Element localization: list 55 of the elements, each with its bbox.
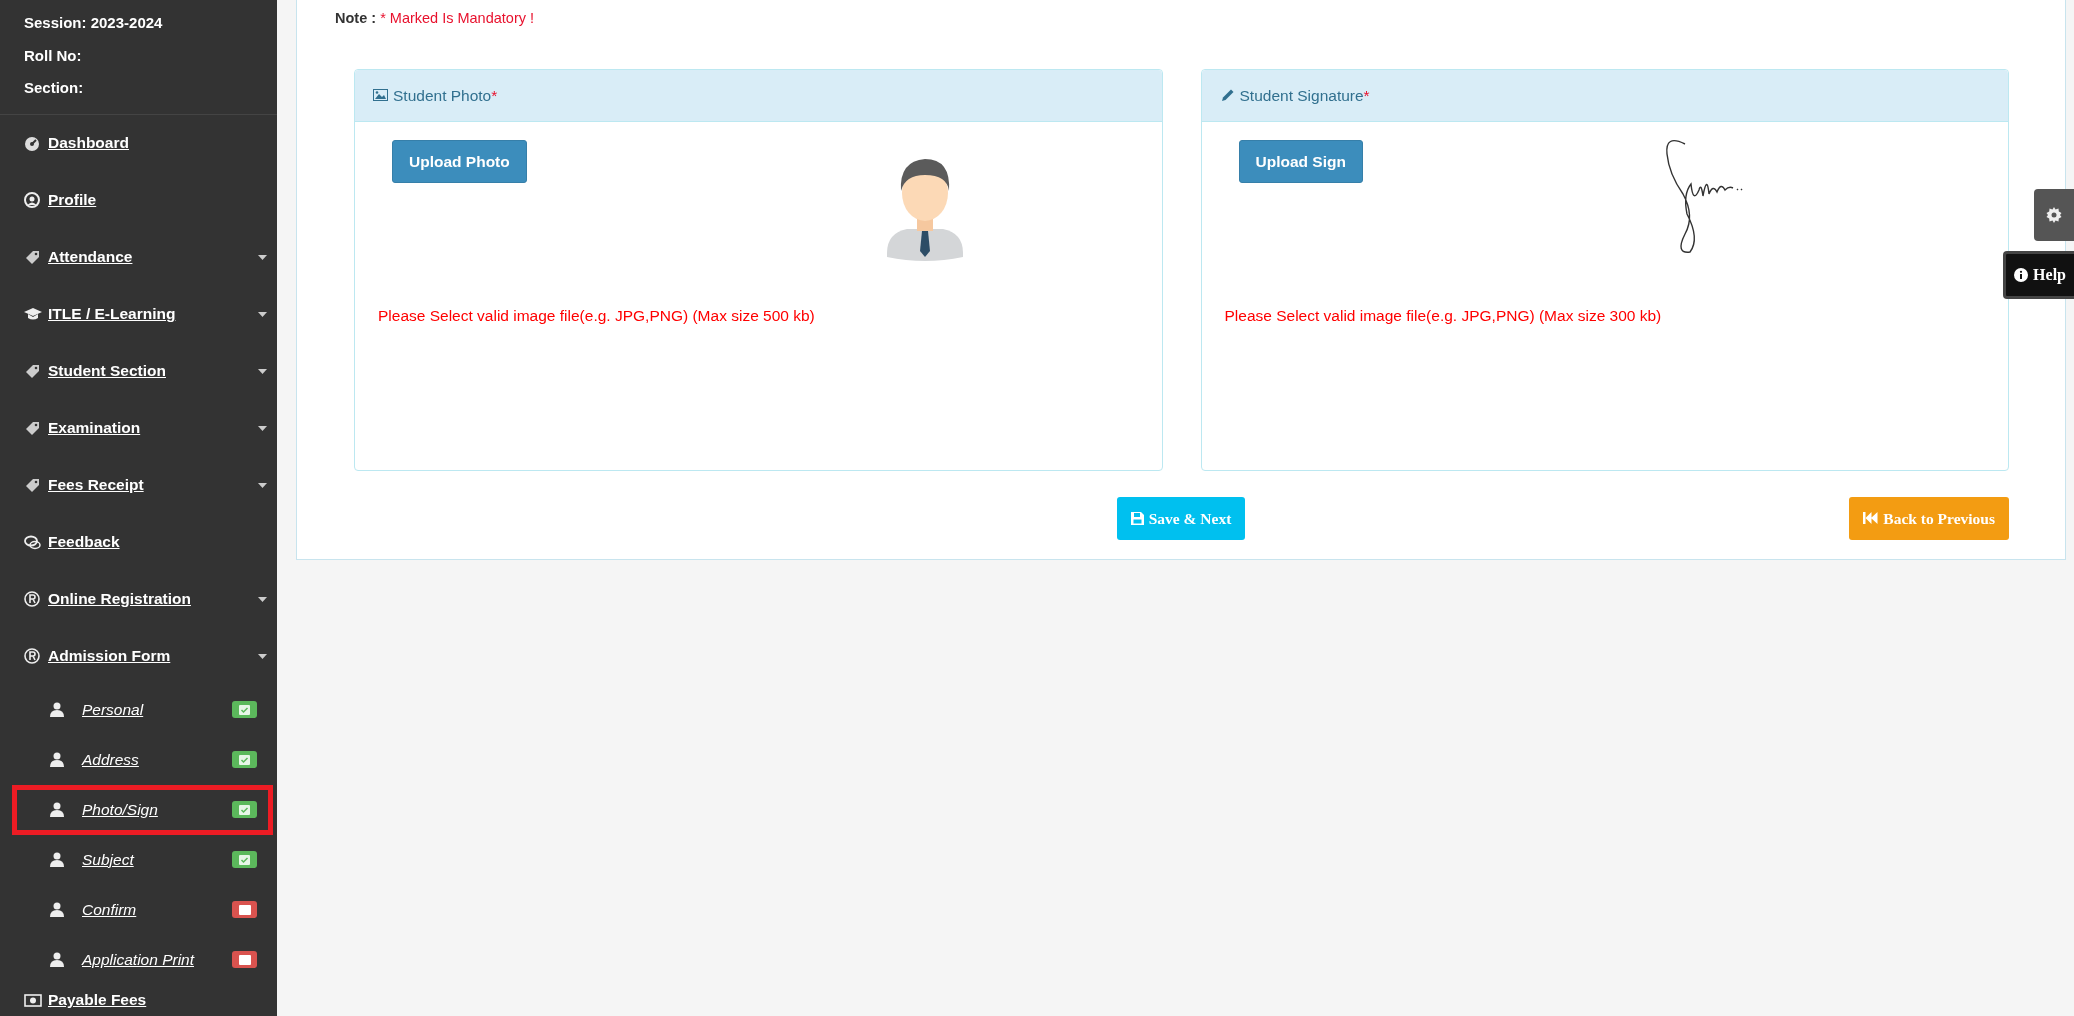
user-icon <box>50 902 64 917</box>
sidebar-item[interactable]: ITLE / E-Learning <box>0 285 277 343</box>
required-mark: * <box>491 85 498 106</box>
note-text: * Marked Is Mandatory ! <box>380 10 535 26</box>
upload-button[interactable]: Upload Sign <box>1238 139 1363 183</box>
submenu-item[interactable]: Address <box>12 734 273 785</box>
hint-text: Please Select valid image file(e.g. JPG,PNG) (Max size 500 kb) <box>378 305 815 326</box>
submenu-item[interactable]: Subject <box>12 834 273 885</box>
user-icon <box>50 852 64 867</box>
submenu-item[interactable]: Personal <box>12 684 273 735</box>
sidebar-item[interactable]: Feedback <box>0 513 277 571</box>
floppy-icon <box>1130 511 1144 525</box>
sidebar-item[interactable]: Admission Form <box>0 627 277 685</box>
sidebar-item[interactable]: Payable Fees <box>0 984 277 1015</box>
tag-icon <box>24 249 42 265</box>
note-label: Note : <box>335 10 377 26</box>
tag-icon <box>24 477 42 493</box>
user-icon <box>50 702 64 717</box>
hint-text: Please Select valid image file(e.g. JPG,PNG) (Max size 300 kb) <box>1224 305 1662 326</box>
pencil-icon <box>1219 88 1235 103</box>
tag-icon <box>24 363 42 379</box>
gauge-icon <box>24 135 42 151</box>
sidebar-item[interactable]: Online Registration <box>0 570 277 628</box>
upload-button[interactable]: Upload Photo <box>392 139 527 183</box>
settings-icon <box>2046 207 2062 223</box>
panel-title: Student Signature <box>1239 85 1364 106</box>
user-icon <box>50 752 64 767</box>
graduation-cap-icon <box>24 306 42 322</box>
submenu-item[interactable]: Application Print <box>12 934 273 985</box>
panel-title: Student Photo <box>393 85 492 106</box>
required-mark: * <box>1363 85 1370 106</box>
sidebar-item[interactable]: Profile <box>0 171 277 229</box>
sidebar-item[interactable]: Fees Receipt <box>0 456 277 514</box>
user-icon <box>50 952 64 967</box>
registered-icon <box>24 648 42 664</box>
rewind-icon <box>1863 512 1879 525</box>
sidebar-item[interactable]: Student Section <box>0 342 277 400</box>
sidebar-item[interactable]: Examination <box>0 399 277 457</box>
info-icon <box>2014 268 2029 282</box>
chat-bubbles-icon <box>24 534 42 550</box>
tag-icon <box>24 420 42 436</box>
user-icon <box>50 802 64 817</box>
info-text: Roll No: <box>24 45 83 66</box>
info-text: Session: 2023-2024 <box>24 13 164 33</box>
sidebar-item[interactable]: Dashboard <box>0 114 277 172</box>
money-icon <box>24 991 42 1008</box>
help-button[interactable]: Help <box>2003 251 2074 299</box>
info-text: Section: <box>24 78 85 98</box>
image-icon <box>373 88 388 103</box>
registered-icon <box>24 591 42 607</box>
user-circle-icon <box>24 192 42 208</box>
sidebar-item[interactable]: Attendance <box>0 228 277 286</box>
submenu-item[interactable]: Confirm <box>12 884 273 935</box>
settings-button[interactable] <box>2034 189 2074 241</box>
submenu-item[interactable]: Photo/Sign <box>12 784 273 835</box>
